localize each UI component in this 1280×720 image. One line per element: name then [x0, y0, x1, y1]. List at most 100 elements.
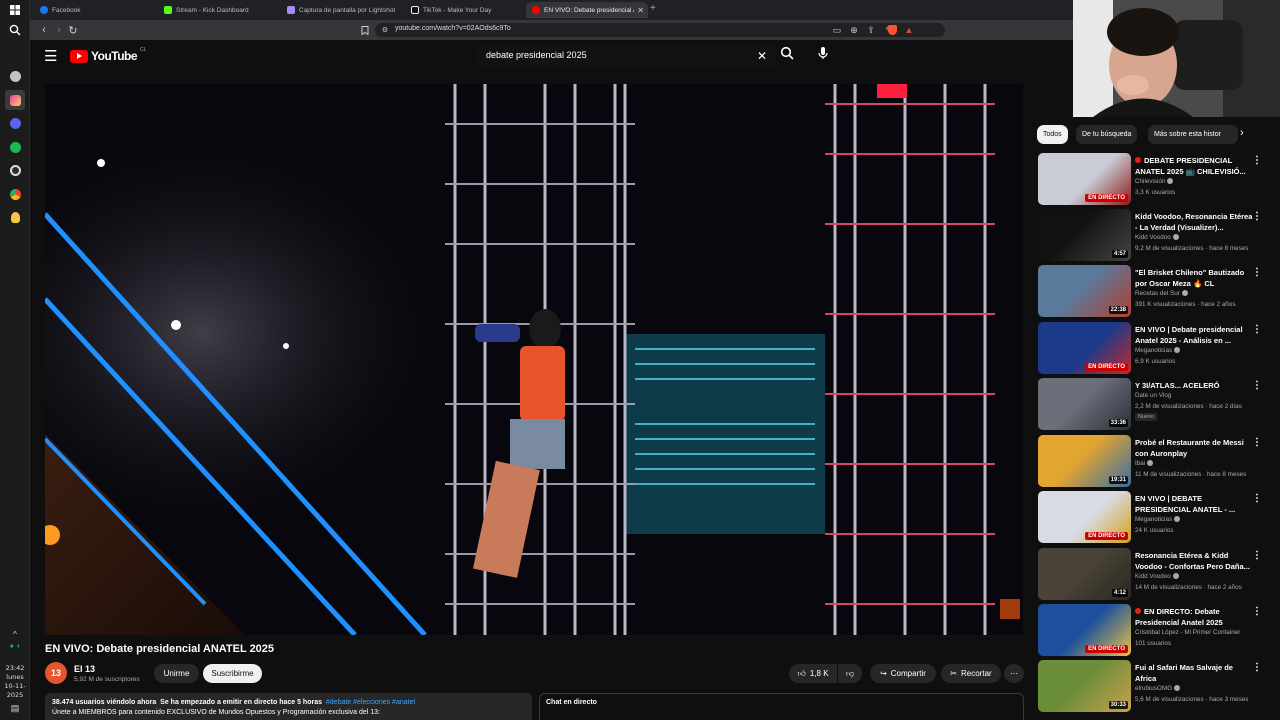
recommendation-title[interactable]: EN DIRECTO: Debate Presidencial Anatel 2…: [1135, 606, 1253, 628]
dislike-button[interactable]: 👎︎: [838, 664, 862, 683]
taskbar-clock[interactable]: 23:42 lunes 10-11-2025: [0, 664, 30, 700]
more-options-icon[interactable]: ⋮: [1252, 324, 1262, 335]
recommendation-channel[interactable]: Meganoticias: [1135, 516, 1275, 523]
discord-icon[interactable]: [5, 113, 25, 133]
channel-avatar[interactable]: 13: [45, 662, 67, 684]
bookmark-icon[interactable]: [358, 23, 372, 37]
recommendation-channel[interactable]: Meganoticias: [1135, 347, 1275, 354]
share-icon[interactable]: ⇪: [864, 23, 878, 37]
youtube-logo[interactable]: YouTube CL: [70, 47, 146, 63]
video-player[interactable]: [45, 84, 1023, 635]
video-description[interactable]: 38.474 usuarios viéndolo ahora Se ha emp…: [45, 693, 532, 720]
recommendation-title[interactable]: "El Brisket Chileno" Bautizado por Oscar…: [1135, 267, 1253, 289]
recommendation-channel[interactable]: Recetas del Sur: [1135, 290, 1275, 297]
more-options-icon[interactable]: ⋮: [1252, 662, 1262, 673]
chrome-icon[interactable]: [5, 184, 25, 204]
video-thumbnail[interactable]: EN DIRECTO: [1038, 604, 1131, 656]
windows-icon[interactable]: [5, 0, 25, 20]
video-thumbnail[interactable]: 30:33: [1038, 660, 1131, 712]
more-options-icon[interactable]: ⋮: [1252, 380, 1262, 391]
recommendation-channel[interactable]: Kidd Voodoo: [1135, 573, 1275, 580]
recommendation-channel[interactable]: Chilevisión: [1135, 178, 1275, 185]
new-tab-button[interactable]: +: [650, 3, 656, 14]
chip-from-search[interactable]: De tu búsqueda: [1076, 125, 1138, 144]
recommendation-item[interactable]: EN DIRECTO EN VIVO | DEBATE PRESIDENCIAL…: [1038, 491, 1280, 545]
lightbulb-icon[interactable]: [5, 207, 25, 227]
recommendation-channel[interactable]: Cristóbal López - Mi Primer Container: [1135, 629, 1275, 636]
more-actions-button[interactable]: ⋯: [1004, 664, 1024, 683]
multicolor-app-icon[interactable]: [5, 90, 25, 110]
like-button[interactable]: 👍︎ 1,8 K: [789, 664, 837, 683]
tab-kick[interactable]: Stream - Kick Dashboard: [158, 2, 276, 18]
recommendation-item[interactable]: 30:33 Fui al Safari Mas Salvaje de Afric…: [1038, 660, 1280, 714]
video-thumbnail[interactable]: 4:12: [1038, 548, 1131, 600]
notification-icon[interactable]: ▤: [5, 698, 25, 718]
chip-all[interactable]: Todos: [1037, 125, 1068, 144]
recommendation-title[interactable]: EN VIVO | Debate presidencial Anatel 202…: [1135, 324, 1253, 346]
share-button[interactable]: ↪ Compartir: [870, 664, 936, 683]
more-options-icon[interactable]: ⋮: [1252, 211, 1262, 222]
more-options-icon[interactable]: ⋮: [1252, 437, 1262, 448]
back-icon[interactable]: ‹: [36, 22, 52, 38]
more-options-icon[interactable]: ⋮: [1252, 606, 1262, 617]
voice-search-button[interactable]: [816, 46, 836, 66]
recommendation-title[interactable]: Fui al Safari Mas Salvaje de Africa: [1135, 662, 1253, 684]
rewards-icon[interactable]: ▲: [902, 23, 916, 37]
recommendation-title[interactable]: Y 3I/ATLAS... ACELERÓ: [1135, 380, 1253, 391]
zoom-icon[interactable]: ⊕: [847, 23, 861, 37]
chip-more-story[interactable]: Más sobre esta histor: [1148, 125, 1238, 144]
recommendation-item[interactable]: 4:12 Resonancia Etérea & Kidd Voodoo - C…: [1038, 548, 1280, 602]
recommendation-title[interactable]: Kidd Voodoo, Resonancia Etérea - La Verd…: [1135, 211, 1253, 233]
cast-icon[interactable]: ▭: [830, 23, 844, 37]
recommendation-title[interactable]: Resonancia Etérea & Kidd Voodoo - Confor…: [1135, 550, 1253, 572]
recommendation-title[interactable]: EN VIVO | DEBATE PRESIDENCIAL ANATEL - .…: [1135, 493, 1253, 515]
recommendation-item[interactable]: 19:31 Probé el Restaurante de Messi con …: [1038, 435, 1280, 489]
video-thumbnail[interactable]: EN DIRECTO: [1038, 491, 1131, 543]
channel-name[interactable]: El 13: [74, 664, 95, 674]
recommendation-item[interactable]: 4:57 Kidd Voodoo, Resonancia Etérea - La…: [1038, 209, 1280, 263]
reload-icon[interactable]: ↻: [65, 22, 81, 38]
video-thumbnail[interactable]: 22:38: [1038, 265, 1131, 317]
clear-search-icon[interactable]: ✕: [757, 49, 767, 63]
recommendation-item[interactable]: 22:38 "El Brisket Chileno" Bautizado por…: [1038, 265, 1280, 319]
join-button[interactable]: Unirme: [154, 664, 199, 683]
more-options-icon[interactable]: ⋮: [1252, 267, 1262, 278]
video-thumbnail[interactable]: 33:36: [1038, 378, 1131, 430]
tab-tiktok[interactable]: TikTok - Make Your Day: [405, 2, 523, 18]
video-thumbnail[interactable]: EN DIRECTO: [1038, 153, 1131, 205]
search-input[interactable]: debate presidencial 2025: [476, 45, 776, 67]
video-thumbnail[interactable]: 19:31: [1038, 435, 1131, 487]
subscribe-button[interactable]: Suscribirme: [203, 664, 262, 683]
recommendation-item[interactable]: EN DIRECTO EN VIVO | Debate presidencial…: [1038, 322, 1280, 376]
recommendation-channel[interactable]: Kidd Voodoo: [1135, 234, 1275, 241]
obs-icon[interactable]: [5, 160, 25, 180]
recommendation-item[interactable]: EN DIRECTO EN DIRECTO: Debate Presidenci…: [1038, 604, 1280, 658]
recommendation-item[interactable]: 33:36 Y 3I/ATLAS... ACELERÓ Date un Vlog…: [1038, 378, 1280, 432]
video-thumbnail[interactable]: EN DIRECTO: [1038, 322, 1131, 374]
close-icon[interactable]: ✕: [637, 6, 644, 15]
search-button[interactable]: [780, 46, 800, 66]
recommendation-channel[interactable]: Date un Vlog: [1135, 392, 1275, 399]
video-thumbnail[interactable]: 4:57: [1038, 209, 1131, 261]
site-info-icon[interactable]: ⚙: [378, 23, 392, 37]
shield-icon[interactable]: [5, 66, 25, 86]
recommendation-channel[interactable]: elrubiusOMG: [1135, 685, 1275, 692]
recommendation-item[interactable]: EN DIRECTO DEBATE PRESIDENCIAL ANATEL 20…: [1038, 153, 1280, 207]
live-chat-header[interactable]: Chat en directo: [539, 693, 1024, 720]
tab-youtube[interactable]: EN VIVO: Debate presidencial AN ✕: [526, 2, 648, 18]
spotify-icon[interactable]: [5, 137, 25, 157]
brave-shield-icon[interactable]: [885, 23, 899, 37]
search-icon[interactable]: [5, 20, 25, 40]
hashtags[interactable]: #debate #elecciones #anatel: [326, 699, 415, 706]
clip-button[interactable]: ✂ Recortar: [941, 664, 1001, 683]
tab-lightshot[interactable]: Captura de pantalla por Lightshot: [281, 2, 399, 18]
more-options-icon[interactable]: ⋮: [1252, 493, 1262, 504]
recommendation-title[interactable]: Probé el Restaurante de Messi con Auronp…: [1135, 437, 1253, 459]
chevron-right-icon[interactable]: ›: [1240, 127, 1244, 139]
recommendation-channel[interactable]: Ibai: [1135, 460, 1275, 467]
tab-facebook[interactable]: Facebook: [34, 2, 152, 18]
recommendation-title[interactable]: DEBATE PRESIDENCIAL ANATEL 2025 📺 CHILEV…: [1135, 155, 1253, 177]
tray-icons[interactable]: ● ◖: [5, 636, 25, 656]
menu-icon[interactable]: ☰: [44, 47, 57, 65]
more-options-icon[interactable]: ⋮: [1252, 155, 1262, 166]
